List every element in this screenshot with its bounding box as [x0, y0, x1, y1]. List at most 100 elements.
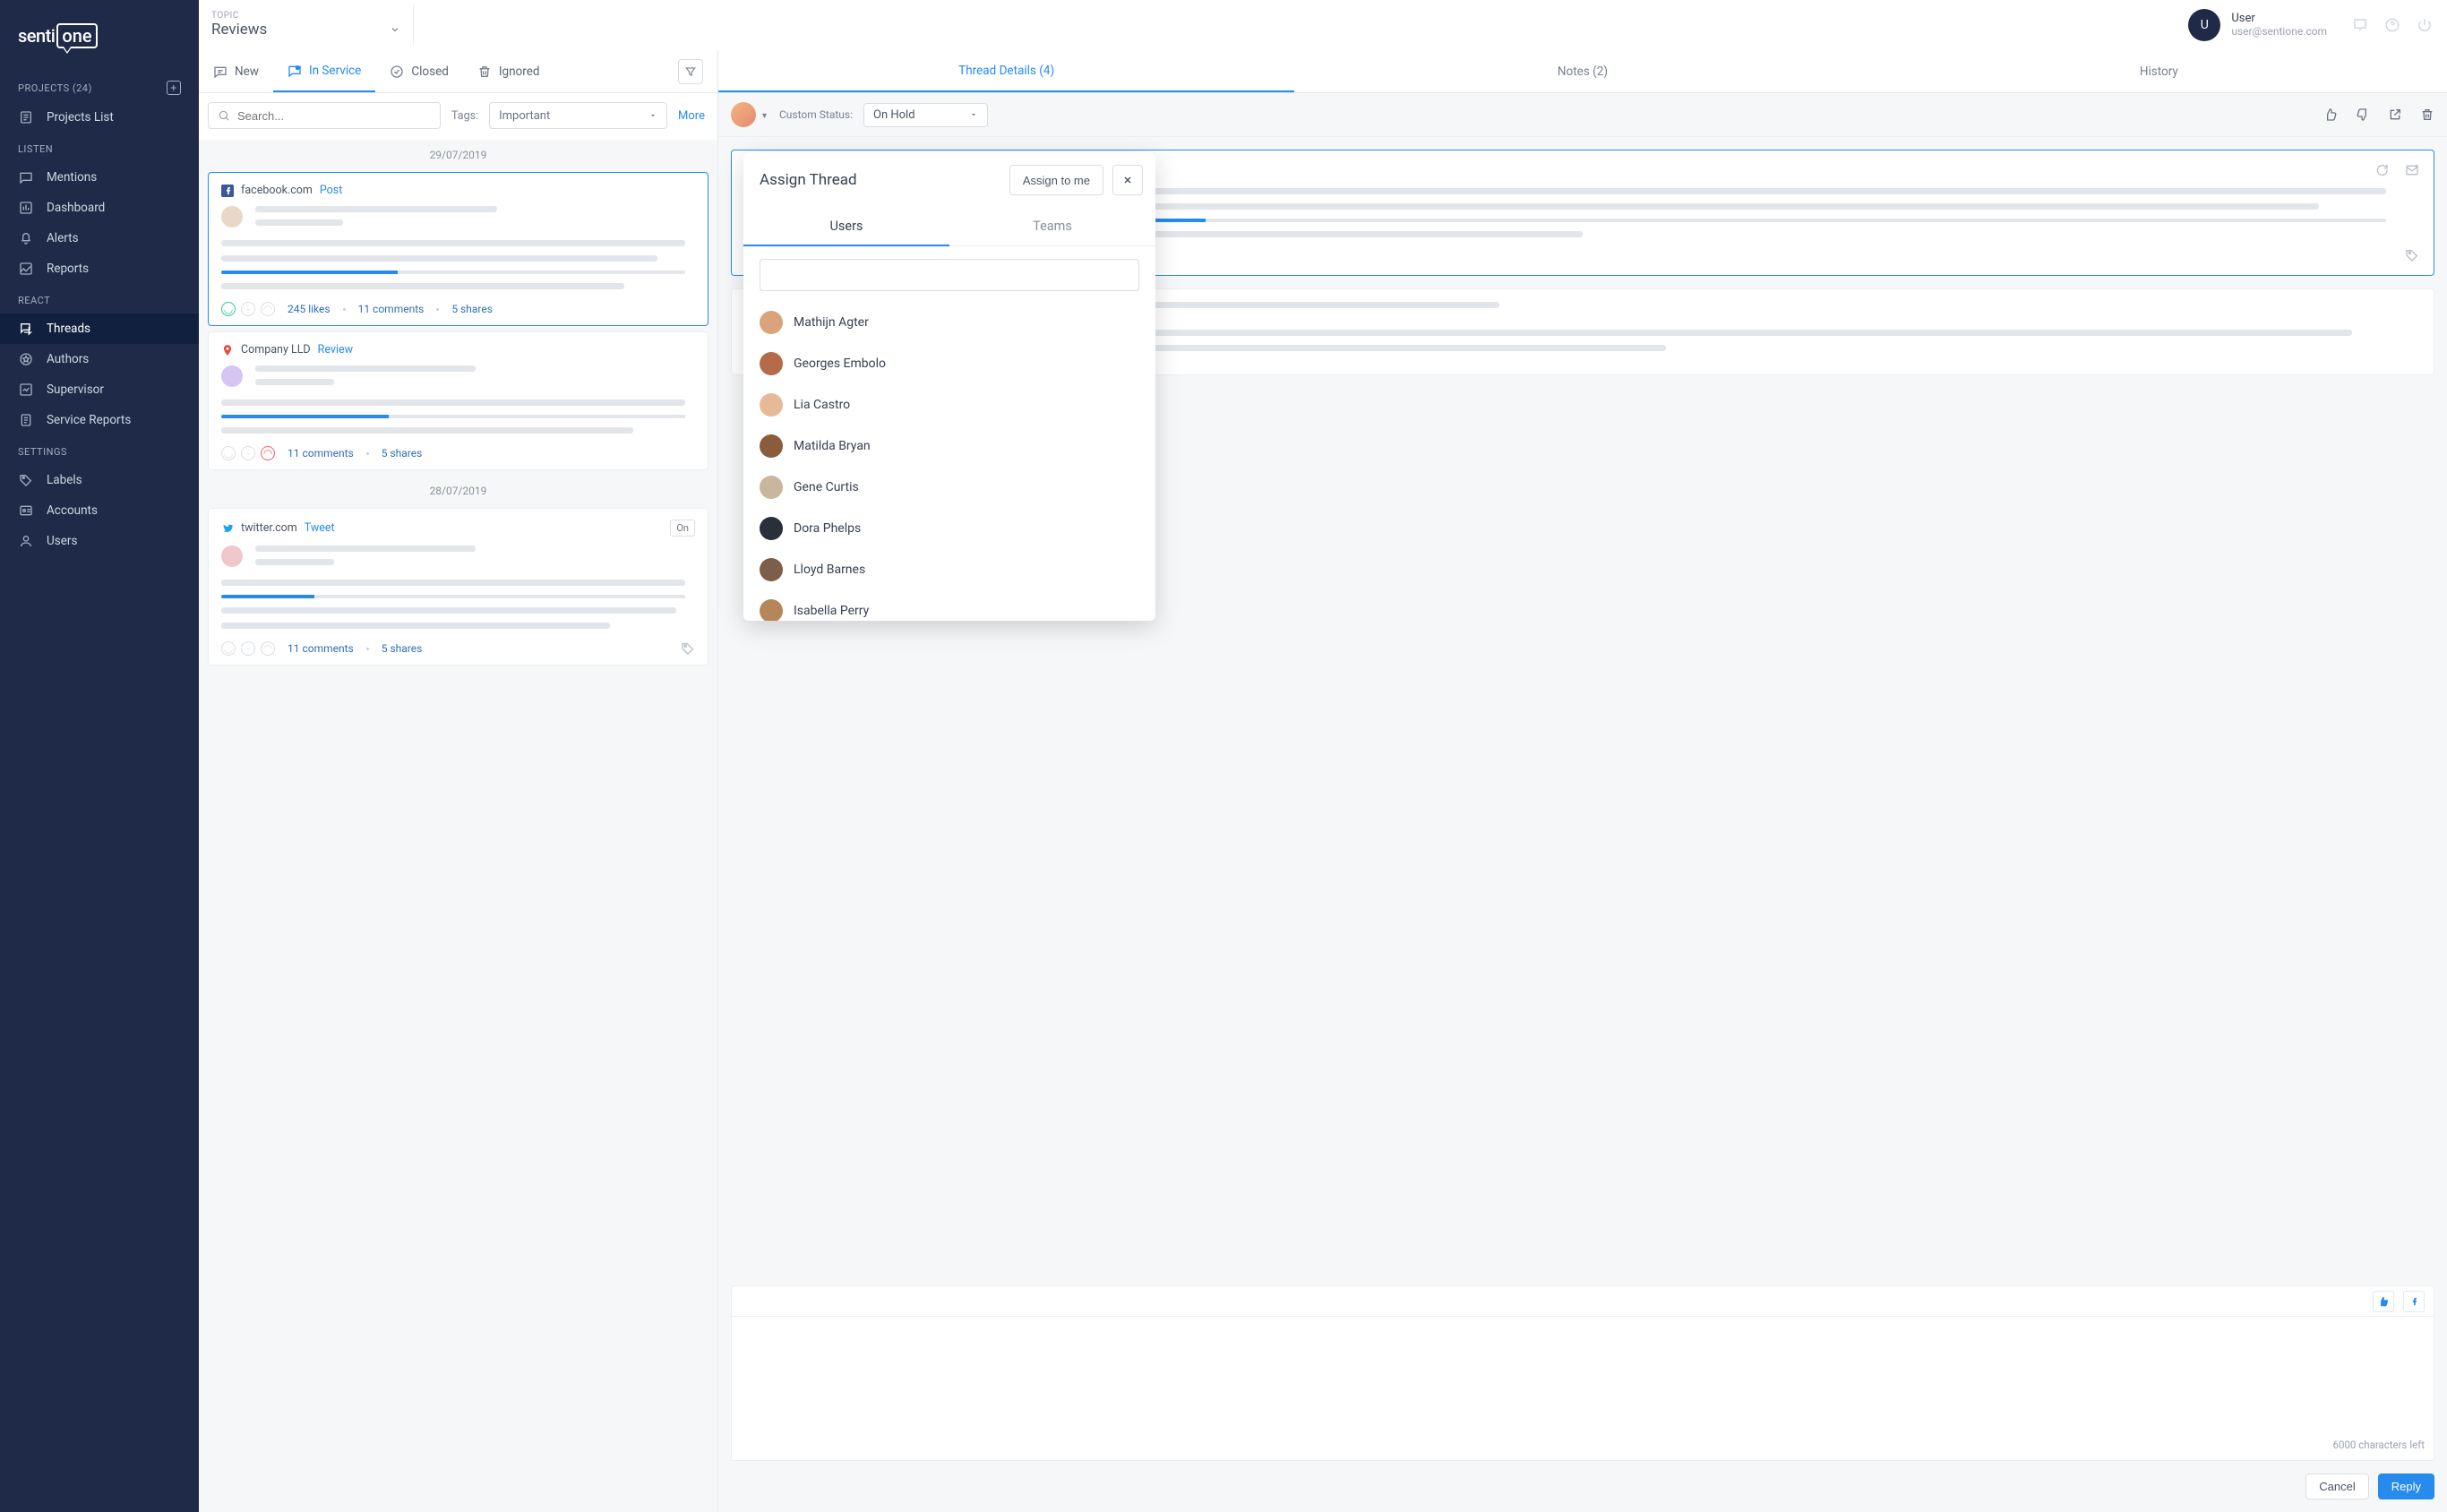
- sentiment-negative-icon[interactable]: ◠: [261, 302, 275, 316]
- assign-to-me-button[interactable]: Assign to me: [1009, 165, 1103, 195]
- sidebar-item-alerts[interactable]: Alerts: [0, 223, 199, 253]
- sentiment-positive-icon[interactable]: ◡: [221, 641, 236, 656]
- popover-tab-users[interactable]: Users: [743, 208, 949, 246]
- thread-card[interactable]: facebook.com Post: [208, 172, 708, 326]
- card-source: Company LLD: [241, 343, 311, 357]
- sidebar-item-threads[interactable]: Threads: [0, 314, 199, 344]
- popover-user-list[interactable]: Mathijn Agter Georges Embolo Lia Castro …: [743, 298, 1155, 621]
- external-link-icon[interactable]: [2388, 107, 2402, 122]
- power-icon[interactable]: [2417, 17, 2433, 33]
- tags-label: Tags:: [451, 109, 478, 123]
- topic-label: TOPIC: [211, 11, 400, 21]
- sidebar-item-service-reports[interactable]: Service Reports: [0, 405, 199, 435]
- sentiment-icons[interactable]: ◡-◠: [221, 302, 275, 316]
- more-link[interactable]: More: [678, 109, 705, 123]
- popover-tabs: Users Teams: [743, 208, 1155, 246]
- topbar: TOPIC Reviews U User user@sentione.com: [199, 0, 2447, 50]
- user-avatar: [760, 434, 783, 458]
- nav-label: Threads: [47, 322, 90, 336]
- sentiment-negative-icon[interactable]: ◠: [261, 446, 275, 460]
- sentiment-neutral-icon[interactable]: -: [241, 302, 255, 316]
- likes: 245 likes: [288, 303, 331, 315]
- user-list-item[interactable]: Dora Phelps: [743, 508, 1155, 549]
- reply-button[interactable]: Reply: [2378, 1473, 2434, 1499]
- ignored-icon: [477, 64, 492, 79]
- comments: 11 comments: [288, 642, 354, 655]
- sidebar-item-projects-list[interactable]: Projects List: [0, 102, 199, 133]
- user-name: Lloyd Barnes: [794, 563, 865, 577]
- close-button[interactable]: [1112, 165, 1143, 195]
- user-list-item[interactable]: Gene Curtis: [743, 467, 1155, 508]
- sentiment-icons[interactable]: ◡-◠: [221, 446, 275, 460]
- like-button[interactable]: [2373, 1291, 2394, 1312]
- card-head: facebook.com Post: [221, 184, 695, 197]
- tab-closed[interactable]: Closed: [375, 50, 463, 92]
- sidebar-item-dashboard[interactable]: Dashboard: [0, 193, 199, 223]
- tab-ignored[interactable]: Ignored: [463, 50, 554, 92]
- nav-label: Supervisor: [47, 382, 104, 397]
- popover-tab-teams[interactable]: Teams: [949, 208, 1155, 246]
- user-name: User: [2231, 12, 2327, 25]
- topic-selector[interactable]: TOPIC Reviews: [199, 4, 414, 46]
- sidebar-item-authors[interactable]: Authors: [0, 344, 199, 374]
- inbox-icon[interactable]: [2352, 17, 2368, 33]
- user-menu[interactable]: U User user@sentione.com: [2188, 9, 2327, 41]
- comment-icon[interactable]: [2374, 163, 2389, 177]
- sidebar-item-supervisor[interactable]: Supervisor: [0, 374, 199, 405]
- add-project-button[interactable]: +: [167, 81, 181, 95]
- filter-button[interactable]: [678, 59, 703, 84]
- search-input[interactable]: [237, 109, 431, 123]
- main: TOPIC Reviews U User user@sentione.com: [199, 0, 2447, 1512]
- facebook-share-button[interactable]: [2403, 1291, 2425, 1312]
- popover-search-input[interactable]: [760, 259, 1139, 291]
- thumbs-down-icon[interactable]: [2356, 107, 2370, 122]
- topic-value-text: Reviews: [211, 21, 267, 39]
- nav-label: Authors: [47, 352, 89, 366]
- tab-in-service[interactable]: In Service: [273, 50, 375, 92]
- star-icon: [18, 351, 34, 367]
- trash-icon[interactable]: [2420, 107, 2434, 122]
- user-list-item[interactable]: Lloyd Barnes: [743, 549, 1155, 590]
- reply-textarea[interactable]: [732, 1317, 2434, 1433]
- twitter-icon: [221, 522, 234, 535]
- author-avatar: [221, 546, 243, 567]
- sidebar-item-reports[interactable]: Reports: [0, 253, 199, 284]
- user-list-item[interactable]: Mathijn Agter: [743, 302, 1155, 343]
- sentiment-neutral-icon[interactable]: -: [241, 641, 255, 656]
- thumbs-up-icon[interactable]: [2323, 107, 2338, 122]
- sentiment-icons[interactable]: ◡-◠: [221, 641, 275, 656]
- sentiment-neutral-icon[interactable]: -: [241, 446, 255, 460]
- search-input-wrap[interactable]: [208, 102, 441, 129]
- section-listen: LISTEN: [0, 133, 199, 162]
- tag-icon[interactable]: [2405, 248, 2419, 262]
- user-list-item[interactable]: Matilda Bryan: [743, 425, 1155, 467]
- tag-icon[interactable]: [681, 641, 695, 656]
- tab-thread-details[interactable]: Thread Details (4): [718, 50, 1294, 92]
- user-list-item[interactable]: Lia Castro: [743, 384, 1155, 425]
- logo: sentione: [0, 16, 199, 70]
- sidebar-item-users[interactable]: Users: [0, 526, 199, 556]
- sidebar-item-labels[interactable]: Labels: [0, 465, 199, 495]
- tab-notes[interactable]: Notes (2): [1294, 50, 1870, 92]
- help-icon[interactable]: [2384, 17, 2400, 33]
- sentiment-positive-icon[interactable]: ◡: [221, 446, 236, 460]
- sidebar-item-mentions[interactable]: Mentions: [0, 162, 199, 193]
- thread-card[interactable]: twitter.com Tweet On: [208, 508, 708, 666]
- assigned-avatar[interactable]: ▾: [731, 102, 756, 127]
- sidebar-item-accounts[interactable]: Accounts: [0, 495, 199, 526]
- tab-history[interactable]: History: [1871, 50, 2447, 92]
- user-list-item[interactable]: Georges Embolo: [743, 343, 1155, 384]
- thread-card[interactable]: Company LLD Review: [208, 331, 708, 470]
- user-list-item[interactable]: Isabella Perry: [743, 590, 1155, 621]
- custom-status-select[interactable]: On Hold: [863, 103, 988, 127]
- mail-icon[interactable]: [2405, 163, 2419, 177]
- thread-list[interactable]: 29/07/2019 facebook.com Post: [199, 140, 717, 1512]
- tags-select[interactable]: Important: [489, 102, 667, 129]
- sentiment-negative-icon[interactable]: ◠: [261, 641, 275, 656]
- user-name: Isabella Perry: [794, 604, 869, 618]
- sentiment-positive-icon[interactable]: ◡: [221, 302, 236, 316]
- user-name: Georges Embolo: [794, 357, 886, 371]
- tab-new[interactable]: New: [199, 50, 273, 92]
- cancel-button[interactable]: Cancel: [2305, 1473, 2368, 1499]
- tags-value: Important: [499, 109, 550, 123]
